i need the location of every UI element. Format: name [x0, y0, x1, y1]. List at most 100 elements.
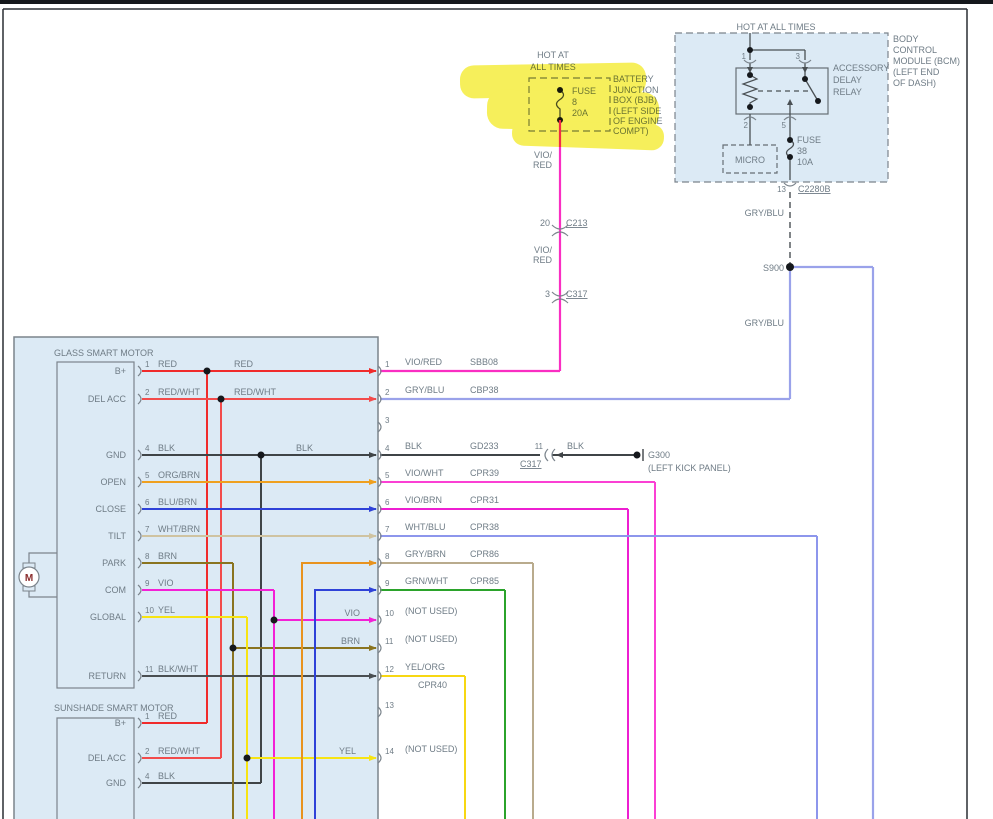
- glass-pin-name-open: OPEN: [100, 477, 126, 487]
- bcm-name-2: CONTROL: [893, 45, 937, 55]
- c213-link[interactable]: C213: [566, 218, 588, 228]
- conn-id-7: CPR38: [470, 522, 499, 532]
- glass-wire-redwht: RED/WHT: [158, 387, 200, 397]
- sun-pin-num-2: 2: [145, 747, 150, 756]
- conn-id-2: CBP38: [470, 385, 499, 395]
- s900-wire-below: GRY/BLU: [745, 318, 784, 328]
- conn-id-9: CPR85: [470, 576, 499, 586]
- wire-vio-wht-cpr39: [380, 482, 655, 819]
- c213-pin: 20: [540, 218, 550, 228]
- conn-id-4: GD233: [470, 441, 499, 451]
- bcm-fuse-rating: 10A: [797, 157, 813, 167]
- relay-name-2: DELAY: [833, 75, 862, 85]
- glass-wire-red: RED: [158, 359, 178, 369]
- sun-wire-redwht: RED/WHT: [158, 746, 200, 756]
- glass-wire-blk: BLK: [158, 443, 175, 453]
- glass-wire-blkwht: BLK/WHT: [158, 664, 199, 674]
- branch-label-yel: YEL: [339, 746, 356, 756]
- motor-letter: M: [25, 573, 33, 584]
- glass-pin-num-8: 8: [145, 552, 150, 561]
- conn-circuit-8: GRY/BRN: [405, 549, 446, 559]
- conn-circuit-4: BLK: [405, 441, 422, 451]
- feed-color-2b: RED: [533, 255, 553, 265]
- connector-labels: 1 2 3 4 5 6 7 8 9 10 11 12 13 14 VIO/RED…: [385, 357, 499, 756]
- conn-pin-8: 8: [385, 552, 390, 561]
- wire-grn-wht-cpr85: [380, 590, 505, 819]
- wire-gry-brn-cpr86: [380, 563, 533, 819]
- bcm-pin-5: 5: [782, 121, 787, 130]
- conn-circuit-6: VIO/BRN: [405, 495, 442, 505]
- conn-pin-2: 2: [385, 388, 390, 397]
- micro-label: MICRO: [735, 155, 765, 165]
- glass-wire-yel: YEL: [158, 605, 175, 615]
- s900-wire-above: GRY/BLU: [745, 208, 784, 218]
- glass-wire-blubrn: BLU/BRN: [158, 497, 197, 507]
- sunshade-motor-title: SUNSHADE SMART MOTOR: [54, 703, 174, 713]
- glass-pin-name-delacc: DEL ACC: [88, 394, 127, 404]
- glass-pin-num-7: 7: [145, 525, 150, 534]
- conn-pin-7: 7: [385, 525, 390, 534]
- glass-wire-whtbrn: WHT/BRN: [158, 524, 200, 534]
- bcm-out-pin: 13: [777, 185, 786, 194]
- conn-pin-3: 3: [385, 416, 390, 425]
- glass-pin-name-return: RETURN: [89, 671, 127, 681]
- glass-pin-num-11: 11: [145, 665, 154, 674]
- conn-circuit-5: VIO/WHT: [405, 468, 444, 478]
- bcm-box: [675, 33, 888, 186]
- conn-circuit-11: (NOT USED): [405, 634, 457, 644]
- glass-pin-name-park: PARK: [102, 558, 126, 568]
- glass-pin-name-bplus: B+: [115, 366, 126, 376]
- glass-pin-name-com: COM: [105, 585, 126, 595]
- conn-circuit-1: VIO/RED: [405, 357, 443, 367]
- bcm-fuse-number: 38: [797, 146, 807, 156]
- g300-wire-label: BLK: [567, 441, 584, 451]
- bcm-pin-1: 1: [742, 52, 747, 61]
- bcm-pin-3: 3: [796, 52, 801, 61]
- glass-wire2-red: RED: [234, 359, 254, 369]
- conn-pin-9: 9: [385, 579, 390, 588]
- glass-pin-num-5: 5: [145, 471, 150, 480]
- feed-color-1a: VIO/: [534, 150, 553, 160]
- sun-pin-name-gnd: GND: [106, 778, 127, 788]
- conn-pin-10: 10: [385, 609, 394, 618]
- glass-pin-name-tilt: TILT: [108, 531, 126, 541]
- conn-circuit-7: WHT/BLU: [405, 522, 446, 532]
- glass-pin-num-2: 2: [145, 388, 150, 397]
- g300-location: (LEFT KICK PANEL): [648, 463, 731, 473]
- conn-circuit-14: (NOT USED): [405, 744, 457, 754]
- glass-pin-num-10: 10: [145, 606, 154, 615]
- glass-pin-name-gnd: GND: [106, 450, 127, 460]
- g300-label: G300: [648, 450, 670, 460]
- c2280b-link[interactable]: C2280B: [798, 184, 831, 194]
- conn-circuit-2: GRY/BLU: [405, 385, 444, 395]
- conn-pin-6: 6: [385, 498, 390, 507]
- c317-inline-link[interactable]: C317: [520, 459, 542, 469]
- conn-id-12: CPR40: [418, 680, 447, 690]
- sun-pin-num-4: 4: [145, 772, 150, 781]
- conn-pin-14: 14: [385, 747, 394, 756]
- sun-pin-name-bplus: B+: [115, 718, 126, 728]
- conn-pin-5: 5: [385, 471, 390, 480]
- branch-label-vio: VIO: [344, 608, 360, 618]
- conn-pin-1: 1: [385, 360, 390, 369]
- bcm-name-3: MODULE (BCM): [893, 56, 960, 66]
- sun-pin-name-delacc: DEL ACC: [88, 753, 127, 763]
- relay-name-1: ACCESSORY: [833, 63, 889, 73]
- glass-wire-vio: VIO: [158, 578, 174, 588]
- conn-circuit-12: YEL/ORG: [405, 662, 445, 672]
- sun-wire-red: RED: [158, 711, 178, 721]
- glass-wire-brn: BRN: [158, 551, 177, 561]
- bcm-name-5: OF DASH): [893, 78, 936, 88]
- bjb-hot-line1: HOT AT: [537, 50, 569, 60]
- c317-pin: 3: [545, 289, 550, 299]
- glass-motor-title: GLASS SMART MOTOR: [54, 348, 154, 358]
- bcm-name-4: (LEFT END: [893, 67, 940, 77]
- bcm-pin-2: 2: [744, 121, 749, 130]
- relay-name-3: RELAY: [833, 87, 862, 97]
- glass-pin-num-1: 1: [145, 360, 150, 369]
- glass-pin-num-9: 9: [145, 579, 150, 588]
- wiring-diagram-page: M: [0, 0, 993, 819]
- conn-pin-12: 12: [385, 665, 394, 674]
- wiring-diagram-canvas: M: [0, 0, 993, 819]
- c317-link[interactable]: C317: [566, 289, 588, 299]
